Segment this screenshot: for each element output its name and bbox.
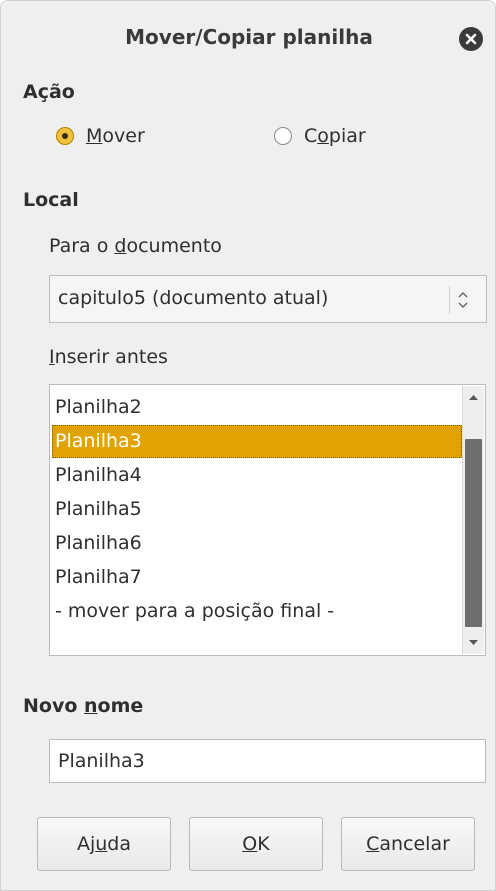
location-heading: Local [23,189,79,211]
title-bar: Mover/Copiar planilha [1,1,495,77]
new-name-input[interactable] [49,739,486,783]
list-item[interactable]: Planilha7 [52,561,462,594]
close-icon [465,33,477,45]
ok-button[interactable]: OK [189,817,323,871]
list-scrollbar[interactable] [462,386,484,654]
to-document-select[interactable]: capitulo5 (documento atual) [49,275,487,323]
list-item[interactable]: Planilha5 [52,493,462,526]
list-item[interactable]: - mover para a posição final - [52,595,462,628]
help-button[interactable]: Ajuda [37,817,171,871]
to-document-value: capitulo5 (documento atual) [58,287,329,309]
scroll-up-button[interactable] [463,386,484,410]
list-item[interactable]: Planilha4 [52,459,462,492]
spin-arrows-icon [449,286,476,314]
dialog-title: Mover/Copiar planilha [125,25,373,49]
action-heading: Ação [23,81,75,103]
list-item-selected[interactable]: Planilha3 [52,425,462,458]
move-copy-sheet-dialog: Mover/Copiar planilha Ação Mover Copiar … [0,0,496,891]
move-radio-label: Mover [86,125,145,147]
scroll-thumb[interactable] [465,439,482,627]
list-item[interactable]: Planilha6 [52,527,462,560]
to-document-label: Para o documento [49,235,222,257]
copy-radio-indicator [274,127,292,145]
list-item[interactable]: Planilha2 [52,391,462,424]
cancel-button[interactable]: Cancelar [341,817,475,871]
move-radio-indicator [56,127,74,145]
scroll-down-button[interactable] [463,630,484,654]
copy-radio-label: Copiar [304,125,366,147]
insert-before-label: Inserir antes [49,346,168,368]
insert-before-list[interactable]: Planilha2 Planilha3 Planilha4 Planilha5 … [49,384,486,656]
move-radio[interactable]: Mover [56,125,145,147]
chevron-up-icon [469,395,478,400]
close-button[interactable] [459,27,483,51]
chevron-down-icon [469,640,478,645]
copy-radio[interactable]: Copiar [274,125,366,147]
new-name-label: Novo nome [23,695,144,717]
